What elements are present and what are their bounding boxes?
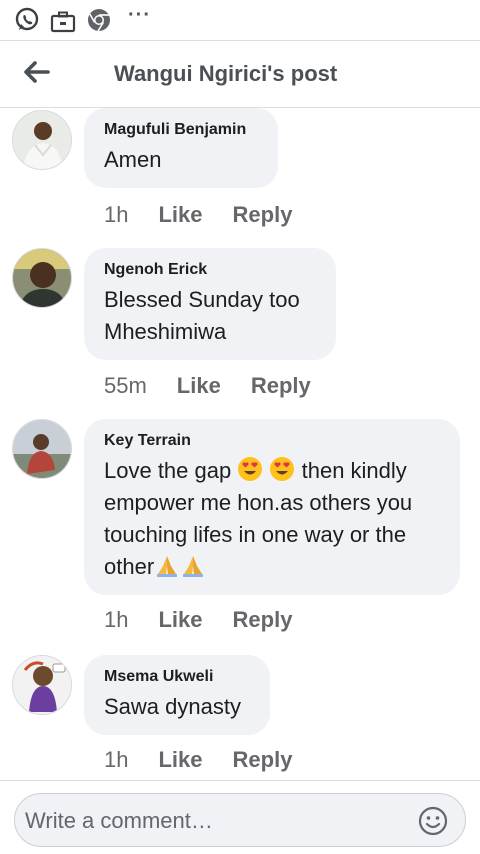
comment-line: Mheshimiwa bbox=[104, 319, 227, 344]
reply-button[interactable]: Reply bbox=[233, 747, 293, 773]
comment-actions: 1h Like Reply bbox=[104, 747, 292, 773]
folded-hands-emoji bbox=[183, 556, 204, 577]
comment-text: Amen bbox=[104, 144, 258, 176]
folded-hands-emoji bbox=[157, 556, 178, 577]
reply-button[interactable]: Reply bbox=[251, 373, 311, 399]
back-button[interactable] bbox=[18, 53, 56, 91]
more-icon: ··· bbox=[128, 4, 151, 26]
avatar[interactable] bbox=[12, 419, 72, 479]
like-button[interactable]: Like bbox=[158, 202, 202, 228]
emoji-picker-icon[interactable] bbox=[417, 805, 449, 837]
whatsapp-icon bbox=[15, 7, 39, 31]
back-arrow-icon bbox=[24, 61, 50, 83]
comment-bubble[interactable]: Msema Ukweli Sawa dynasty bbox=[84, 655, 270, 735]
comment-line: then kindly bbox=[301, 458, 407, 483]
avatar[interactable] bbox=[12, 110, 72, 170]
comment-line: empower me hon.as others you bbox=[104, 490, 413, 515]
comment-actions: 1h Like Reply bbox=[104, 202, 292, 228]
like-button[interactable]: Like bbox=[158, 747, 202, 773]
like-button[interactable]: Like bbox=[177, 373, 221, 399]
comment-time[interactable]: 55m bbox=[104, 373, 147, 399]
avatar[interactable] bbox=[12, 248, 72, 308]
comment-author[interactable]: Ngenoh Erick bbox=[104, 260, 316, 280]
avatar-image bbox=[13, 656, 71, 714]
comment-actions: 1h Like Reply bbox=[104, 607, 292, 633]
like-button[interactable]: Like bbox=[158, 607, 202, 633]
comment-time[interactable]: 1h bbox=[104, 202, 128, 228]
reply-button[interactable]: Reply bbox=[233, 202, 293, 228]
avatar-image bbox=[13, 249, 71, 307]
comment-line: Amen bbox=[104, 147, 162, 172]
comment-text: Sawa dynasty bbox=[104, 691, 250, 723]
status-bar: ··· bbox=[0, 0, 480, 40]
post-header: Wangui Ngirici's post bbox=[0, 40, 480, 108]
comment-line: touching lifes in one way or the bbox=[104, 522, 407, 547]
comment-bubble[interactable]: Magufuli Benjamin Amen bbox=[84, 108, 278, 188]
comment-line: other bbox=[104, 554, 155, 579]
comment-time[interactable]: 1h bbox=[104, 607, 128, 633]
reply-button[interactable]: Reply bbox=[233, 607, 293, 633]
comment-text: Blessed Sunday too Mheshimiwa bbox=[104, 284, 316, 348]
briefcase-icon bbox=[50, 11, 76, 33]
chrome-icon bbox=[88, 9, 110, 32]
comment-author[interactable]: Msema Ukweli bbox=[104, 667, 250, 687]
comment-author[interactable]: Key Terrain bbox=[104, 431, 440, 451]
heart-eyes-emoji bbox=[238, 457, 263, 481]
comment-time[interactable]: 1h bbox=[104, 747, 128, 773]
comment-input[interactable] bbox=[25, 804, 405, 838]
page-title: Wangui Ngirici's post bbox=[114, 61, 338, 86]
comment-text: Love the gap then kindly empower me hon.… bbox=[104, 455, 440, 583]
comment-composer-bar bbox=[0, 780, 480, 854]
comment-composer[interactable] bbox=[14, 793, 466, 847]
heart-eyes-emoji bbox=[270, 457, 295, 481]
comment-author[interactable]: Magufuli Benjamin bbox=[104, 120, 258, 140]
avatar-image bbox=[13, 420, 71, 478]
comment-line: Blessed Sunday too bbox=[104, 287, 300, 312]
comment-actions: 55m Like Reply bbox=[104, 373, 311, 399]
avatar[interactable] bbox=[12, 655, 72, 715]
comment-line: Love the gap bbox=[104, 458, 232, 483]
comment-bubble[interactable]: Key Terrain Love the gap then kindly emp… bbox=[84, 419, 460, 595]
avatar-image bbox=[13, 111, 71, 169]
comment-line: Sawa dynasty bbox=[104, 694, 241, 719]
comment-bubble[interactable]: Ngenoh Erick Blessed Sunday too Mheshimi… bbox=[84, 248, 336, 360]
